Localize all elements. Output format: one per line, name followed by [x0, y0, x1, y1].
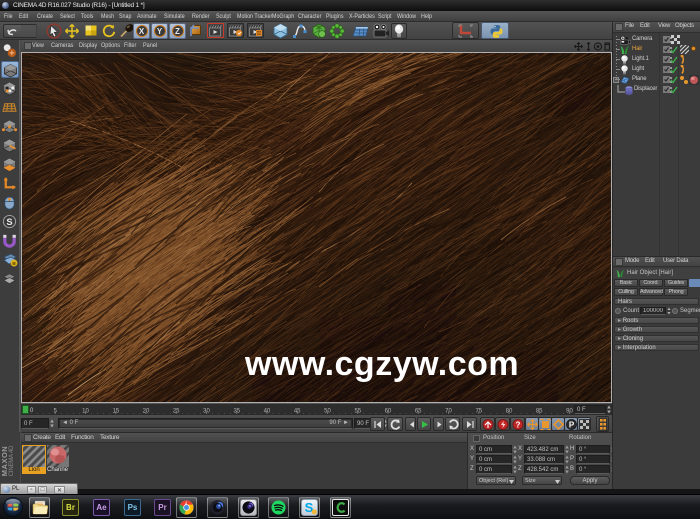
svg-text:S: S: [6, 217, 12, 227]
svg-text:P: P: [569, 421, 575, 430]
svg-text:?: ?: [516, 421, 521, 430]
